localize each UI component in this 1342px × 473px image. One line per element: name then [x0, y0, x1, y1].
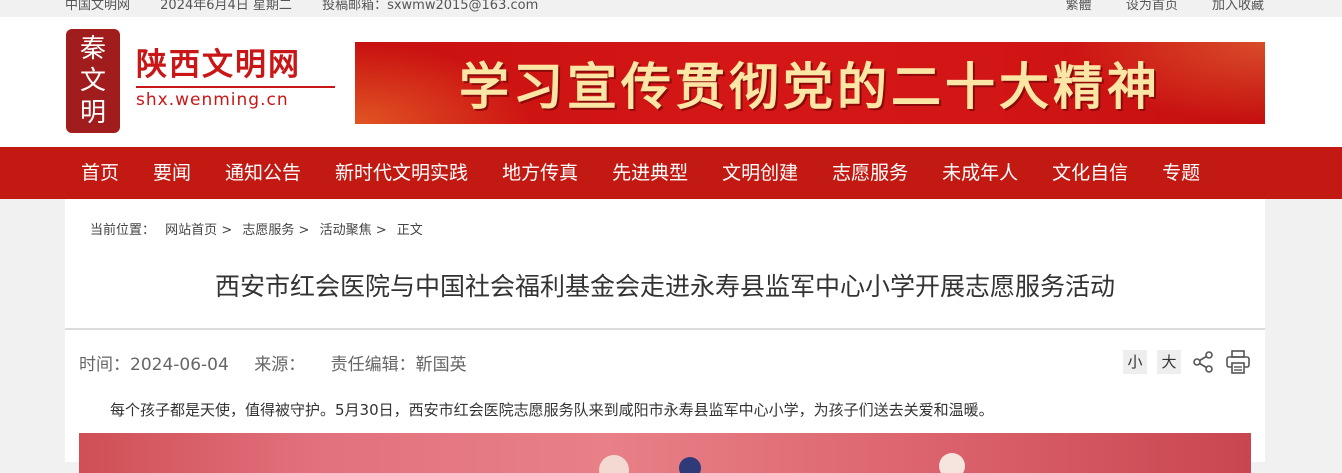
breadcrumb-separator: >: [375, 223, 387, 238]
nav-item-home[interactable]: 首页: [64, 147, 136, 199]
nav-item-culture[interactable]: 文化自信: [1035, 147, 1145, 199]
article-tools: 小 大: [1113, 348, 1251, 376]
article-source: 来源：: [254, 355, 306, 375]
top-bar: 中国文明网 2024年6月4日 星期二 投稿邮箱：sxwmw2015@163.c…: [0, 0, 1342, 14]
breadcrumb-home[interactable]: 网站首页: [165, 223, 217, 238]
nav-item-topics[interactable]: 专题: [1145, 147, 1217, 199]
breadcrumb-prefix: 当前位置：: [90, 223, 156, 238]
nav-item-creation[interactable]: 文明创建: [705, 147, 815, 199]
publish-time: 时间：2024-06-04: [79, 355, 229, 375]
nav-item-volunteer[interactable]: 志愿服务: [815, 147, 925, 199]
photo-detail: [599, 455, 629, 473]
logo-underline: [136, 86, 335, 88]
breadcrumb-volunteer[interactable]: 志愿服务: [242, 223, 294, 238]
traditional-chinese-link[interactable]: 繁體: [1066, 0, 1092, 13]
site-link[interactable]: 中国文明网: [65, 0, 130, 13]
breadcrumb: 当前位置： 网站首页 > 志愿服务 > 活动聚焦 > 正文: [90, 219, 429, 238]
breadcrumb-current: 正文: [396, 223, 423, 238]
nav-item-models[interactable]: 先进典型: [595, 147, 705, 199]
site-header: 秦 文 明 陕西文明网 shx.wenming.cn 学习宣传贯彻党的二十大精神: [0, 17, 1342, 147]
nav-item-notices[interactable]: 通知公告: [208, 147, 318, 199]
share-icon[interactable]: [1191, 350, 1215, 374]
font-large-button[interactable]: 大: [1157, 350, 1181, 374]
logo-title: 陕西文明网: [136, 47, 301, 83]
nav-item-minors[interactable]: 未成年人: [925, 147, 1035, 199]
photo-detail: [939, 453, 965, 473]
nav-item-news[interactable]: 要闻: [136, 147, 208, 199]
breadcrumb-activities[interactable]: 活动聚焦: [320, 223, 372, 238]
article-title: 西安市红会医院与中国社会福利基金会走进永寿县监军中心小学开展志愿服务活动: [214, 272, 1115, 301]
nav-item-civilization-practice[interactable]: 新时代文明实践: [318, 147, 485, 199]
seal-char: 明: [79, 98, 106, 128]
title-divider: [65, 328, 1265, 330]
current-date: 2024年6月4日 星期二: [160, 0, 292, 13]
logo-domain: shx.wenming.cn: [136, 90, 289, 110]
breadcrumb-separator: >: [298, 223, 310, 238]
header-banner[interactable]: 学习宣传贯彻党的二十大精神: [355, 42, 1265, 124]
article-meta: 时间：2024-06-04 来源： 责任编辑：靳国英: [79, 350, 487, 375]
seal-char: 文: [79, 66, 106, 96]
print-icon[interactable]: [1225, 349, 1251, 375]
font-small-button[interactable]: 小: [1123, 350, 1147, 374]
main-nav: 首页 要闻 通知公告 新时代文明实践 地方传真 先进典型 文明创建 志愿服务 未…: [0, 147, 1342, 199]
breadcrumb-separator: >: [221, 223, 233, 238]
logo-seal[interactable]: 秦 文 明: [66, 29, 120, 133]
add-favorite-link[interactable]: 加入收藏: [1212, 0, 1264, 13]
banner-slogan: 学习宣传贯彻党的二十大精神: [459, 57, 1161, 116]
seal-char: 秦: [79, 34, 106, 64]
contribution-email: 投稿邮箱：sxwmw2015@163.com: [322, 0, 539, 13]
nav-item-local[interactable]: 地方传真: [485, 147, 595, 199]
article-paragraph: 每个孩子都是天使，值得被守护。5月30日，西安市红会医院志愿服务队来到咸阳市永寿…: [110, 401, 994, 419]
set-homepage-link[interactable]: 设为首页: [1126, 0, 1178, 13]
article-photo: [79, 433, 1251, 473]
article-editor: 责任编辑：靳国英: [330, 355, 467, 375]
photo-detail: [679, 457, 701, 473]
article-container: 当前位置： 网站首页 > 志愿服务 > 活动聚焦 > 正文 西安市红会医院与中国…: [65, 199, 1265, 473]
site-logo[interactable]: 陕西文明网 shx.wenming.cn: [136, 47, 335, 110]
